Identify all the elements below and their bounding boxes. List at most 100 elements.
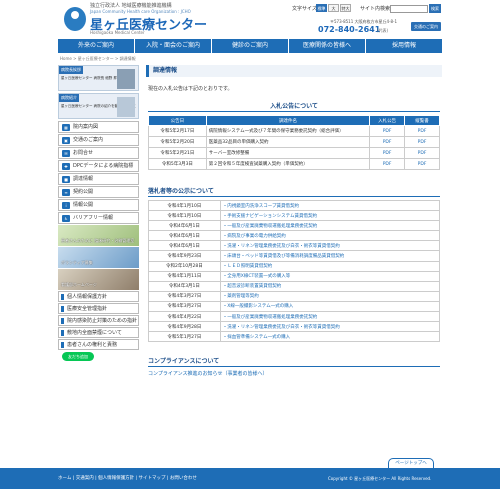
award-subject-link[interactable]: ・超音波診断装置賃貸借契約 [219, 280, 441, 292]
phone-number: 072-840-2641 [318, 25, 381, 34]
banner-tag: 病院紹介 [59, 94, 79, 102]
global-nav: 外来のご案内 入院・面会のご案内 健診のご案内 医療関係の皆様へ 採用情報 [58, 39, 442, 53]
sidebar-item-dpc[interactable]: ✚ DPCデータによる病院指標 [58, 160, 139, 172]
volunteer-banner[interactable]: ボランティア募集 [58, 247, 139, 268]
document-pdf-link[interactable]: PDF [404, 136, 440, 148]
clinical-research-banner[interactable]: 患者さんのために 臨床研究・治験管理室 [58, 225, 139, 246]
sidebar-item-contracts[interactable]: ≡ 契約公開 [58, 186, 139, 198]
notice-pdf-link[interactable]: PDF [369, 125, 406, 137]
award-subject-link[interactable]: ・全身用X線CT装置一式の購入等 [219, 270, 441, 282]
sidebar-item-floor-map[interactable]: ▦ 院内案内図 [58, 121, 139, 133]
sidebar-item-disclosure[interactable]: i 情報公開 [58, 199, 139, 211]
column-header: 調達件名 [205, 115, 371, 126]
award-date: 令和4年4月22日 [148, 311, 221, 323]
search-label: サイト内検索 [360, 6, 391, 12]
nav-outpatient[interactable]: 外来のご案内 [58, 39, 135, 53]
award-subject-link[interactable]: ・ＬＥＤ照明賃貸借契約 [219, 260, 441, 272]
sidebar-item-safety[interactable]: 医療安全管理指針 [58, 303, 139, 314]
table-row: 令和5年2月17日 病院情報システム一式及び７年間の保守業務委託契約（総合評価）… [148, 125, 440, 137]
notice-date: 令和5年2月21日 [148, 147, 207, 159]
notice-pdf-link[interactable]: PDF [369, 147, 406, 159]
notice-pdf-link[interactable]: PDF [369, 158, 406, 170]
award-subject-link[interactable]: ・内視鏡室内洗浄スコープ賃貸借契約 [219, 199, 441, 212]
table-row: 令和4年3月27日 ・X線一般撮影システム一式の購入 [148, 300, 441, 313]
nursing-banner[interactable]: 看護部ホームページ [58, 269, 139, 290]
sidebar-item-barrier-free[interactable]: ♿ バリアフリー情報 [58, 212, 139, 224]
award-subject-link[interactable]: ・X線一般撮影システム一式の購入 [219, 300, 441, 313]
sidebar-item-privacy[interactable]: 個人情報保護方針 [58, 291, 139, 302]
site-footer: ホーム | 交通案内 | 個人情報保護方針 | サイトマップ | お問い合わせ … [0, 468, 500, 489]
award-subject-link[interactable]: ・手術支援ナビゲーションシステム賃貸借契約 [219, 210, 441, 222]
sidebar-item-patient-rights[interactable]: 患者さんの権利と責務 [58, 339, 139, 350]
award-date: 令和4年9月28日 [148, 321, 221, 333]
nav-recruit[interactable]: 採用情報 [366, 39, 442, 53]
award-date: 令和4年3月27日 [148, 290, 221, 302]
table-header-row: 公告日 調達件名 入札公告 縦覧書 [148, 115, 440, 126]
wheelchair-icon: ♿ [62, 215, 70, 222]
medical-icon: ✚ [62, 163, 70, 170]
font-size-xlarge-button[interactable]: 特大 [340, 4, 351, 12]
procurement-subject: 第２回令和５年度検査試薬購入契約（単価契約） [205, 158, 371, 170]
director-photo [117, 69, 135, 89]
hospital-photo [117, 97, 135, 117]
document-pdf-link[interactable]: PDF [404, 158, 440, 170]
director-greeting-banner[interactable]: 病院長挨拶 星ヶ丘医療センター 病院長 細野 昇 [58, 65, 139, 91]
award-subject-link[interactable]: ・病院及び事業の電力供給契約 [219, 230, 441, 242]
phone-note: (代表) [377, 28, 389, 33]
access-button[interactable]: 交通のご案内 [411, 22, 441, 31]
line-add-friend-button[interactable]: 友だち追加 [62, 352, 94, 361]
breadcrumb[interactable]: Home > 星ヶ丘医療センター > 調達情報 [60, 56, 136, 62]
search-button[interactable]: 検索 [429, 4, 441, 13]
footer-links[interactable]: ホーム | 交通案内 | 個人情報保護方針 | サイトマップ | お問い合わせ [58, 475, 197, 481]
table-row: 令和5年3月3日 第２回令和５年度検査試薬購入契約（単価契約） PDF PDF [148, 158, 440, 170]
compliance-link[interactable]: コンプライアンス推進のお知らせ（事業者の皆様へ） [148, 370, 442, 377]
bids-table: 公告日 調達件名 入札公告 縦覧書 令和5年2月17日 病院情報システム一式及び… [148, 115, 440, 170]
font-size-normal-button[interactable]: 標準 [316, 4, 327, 12]
nav-checkup[interactable]: 健診のご案内 [212, 39, 289, 53]
hospital-icon: ▦ [62, 124, 70, 131]
nav-medical-professionals[interactable]: 医療関係の皆様へ [289, 39, 366, 53]
award-date: 令和5年1月27日 [148, 331, 221, 343]
logo-icon[interactable] [64, 7, 86, 31]
font-size-large-button[interactable]: 大 [328, 4, 339, 12]
award-subject-link[interactable]: ・一般及び産業廃棄物収運搬処理業務委託契約 [219, 220, 441, 232]
sidebar-item-procurement[interactable]: ■ 調達情報 [58, 173, 139, 185]
award-subject-link[interactable]: ・洗濯・リネン管理業務委託及び白衣・術衣等賃貸借契約 [219, 240, 441, 252]
award-subject-link[interactable]: ・採血管準備システム一式の購入 [219, 331, 441, 343]
award-subject-link[interactable]: ・薬剤管理等契約 [219, 290, 441, 302]
section-compliance-heading: コンプライアンスについて [148, 356, 440, 368]
sidebar-item-access[interactable]: ▣ 交通のご案内 [58, 134, 139, 146]
site-name-en: Hoshigaoka Medical Center [90, 30, 145, 35]
notice-date: 令和5年3月3日 [148, 158, 207, 170]
mail-icon: ✉ [62, 150, 70, 157]
document-pdf-link[interactable]: PDF [404, 125, 440, 137]
notice-pdf-link[interactable]: PDF [369, 136, 406, 148]
section-awards-heading: 落札者等の公示について [148, 186, 440, 197]
table-row: 令和4年3月1日 ・超音波診断装置賃貸借契約 [148, 280, 441, 292]
award-subject-link[interactable]: ・床頭台・ベッド等賃貸借及び等備消耗調度備品賃貸借契約 [219, 250, 441, 262]
sidebar-item-contact[interactable]: ✉ お問合せ [58, 147, 139, 159]
hospital-intro-banner[interactable]: 病院紹介 星ヶ丘医療センター 病院の紹介を動画にてご覧 [58, 93, 139, 119]
document-pdf-link[interactable]: PDF [404, 147, 440, 159]
procurement-subject: サーバー室改修整備 [205, 147, 371, 159]
search-input[interactable] [390, 5, 428, 13]
intro-text: 現在の入札公告は下記のとおりです。 [148, 86, 233, 92]
award-subject-link[interactable]: ・洗濯・リネン管理業務委託及び白衣・術衣等賃貸借契約 [219, 321, 441, 333]
sidebar: 病院長挨拶 星ヶ丘医療センター 病院長 細野 昇 病院紹介 星ヶ丘医療センター … [58, 65, 139, 361]
car-icon: ▣ [62, 137, 70, 144]
procurement-subject: 病院情報システム一式及び７年間の保守業務委託契約（総合評価） [205, 125, 371, 137]
document-icon: ≡ [62, 189, 70, 196]
nav-inpatient[interactable]: 入院・面会のご案内 [135, 39, 212, 53]
sidebar-item-infection[interactable]: 院内感染防止対策のための指針 [58, 315, 139, 326]
award-date: 令和4年6月1日 [148, 240, 221, 252]
sidebar-item-no-smoking[interactable]: 敷地内全面禁煙について [58, 327, 139, 338]
table-row: 令和4年6月1日 ・洗濯・リネン管理業務委託及び白衣・術衣等賃貸借契約 [148, 240, 441, 252]
table-row: 令和4年1月11日 ・全身用X線CT装置一式の購入等 [148, 270, 441, 282]
banner-tag: 病院長挨拶 [59, 66, 83, 74]
table-row: 令和4年6月1日 ・病院及び事業の電力供給契約 [148, 230, 441, 242]
award-date: 令和4年1月11日 [148, 270, 221, 282]
table-row: 令和4年3月27日 ・薬剤管理等契約 [148, 290, 441, 302]
table-row: 令和5年2月20日 医薬品32品目の単価購入契約 PDF PDF [148, 136, 440, 148]
award-date: 令和4年1月10日 [148, 210, 221, 222]
award-subject-link[interactable]: ・一般及び産業廃棄物収運搬処理業務委託契約 [219, 311, 441, 323]
